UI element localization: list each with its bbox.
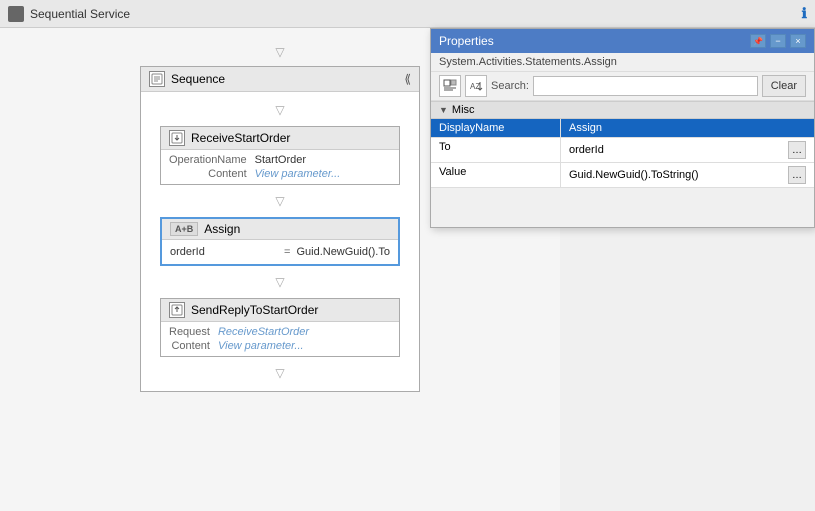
value-text: Guid.NewGuid().ToString() — [569, 169, 699, 181]
sequence-label: Sequence — [171, 72, 225, 86]
properties-minimize-btn[interactable]: − — [770, 34, 786, 48]
display-name-value: Assign — [561, 119, 814, 137]
request-value: ReceiveStartOrder — [218, 326, 391, 338]
properties-title-buttons: 📌 − × — [750, 34, 806, 48]
receive-icon — [169, 130, 185, 146]
properties-table: ▼ Misc DisplayName Assign To orderId … V… — [431, 101, 814, 188]
properties-title: Properties — [439, 34, 494, 48]
arrow-down-4: ▽ — [272, 272, 288, 292]
receive-start-order-block[interactable]: ReceiveStartOrder OperationName StartOrd… — [160, 126, 400, 185]
value-key: Value — [431, 163, 561, 187]
sequence-icon — [149, 71, 165, 87]
search-input[interactable] — [533, 76, 758, 96]
operation-name-value: StartOrder — [255, 154, 391, 166]
content-label-2: Content — [169, 340, 210, 352]
assign-value: Guid.NewGuid().To — [296, 246, 390, 258]
display-name-row[interactable]: DisplayName Assign — [431, 119, 814, 138]
arrow-down-2: ▽ — [272, 100, 288, 120]
assign-badge: A+B — [170, 222, 198, 236]
send-reply-body: Request ReceiveStartOrder Content View p… — [161, 322, 399, 356]
title-bar-title: Sequential Service — [30, 7, 130, 21]
properties-pin-btn[interactable]: 📌 — [750, 34, 766, 48]
properties-subtitle: System.Activities.Statements.Assign — [431, 53, 814, 72]
sort-categorized-btn[interactable] — [439, 75, 461, 97]
sort-alpha-btn[interactable]: AZ — [465, 75, 487, 97]
properties-close-btn[interactable]: × — [790, 34, 806, 48]
content-value-2[interactable]: View parameter... — [218, 340, 391, 352]
assign-equals: = — [284, 246, 290, 258]
misc-toggle-icon: ▼ — [439, 105, 448, 115]
content-value-1[interactable]: View parameter... — [255, 168, 391, 180]
display-name-key: DisplayName — [431, 119, 561, 137]
assign-label-text: Assign — [204, 222, 240, 236]
value-row[interactable]: Value Guid.NewGuid().ToString() … — [431, 163, 814, 188]
sequence-box: Sequence ⟪ ▽ Recei — [140, 66, 420, 392]
assign-block[interactable]: A+B Assign orderId = Guid.NewGuid().To — [160, 217, 400, 266]
to-value: orderId … — [561, 138, 814, 162]
svg-text:AZ: AZ — [470, 82, 480, 91]
send-reply-icon — [169, 302, 185, 318]
sequence-header: Sequence ⟪ — [141, 67, 419, 92]
receive-start-order-header: ReceiveStartOrder — [161, 127, 399, 150]
misc-section-header[interactable]: ▼ Misc — [431, 101, 814, 119]
display-name-text: Assign — [569, 122, 602, 134]
sequence-collapse-btn[interactable]: ⟪ — [404, 72, 411, 86]
title-bar-icon — [8, 6, 24, 22]
search-label: Search: — [491, 80, 529, 92]
value-value: Guid.NewGuid().ToString() … — [561, 163, 814, 187]
send-reply-block[interactable]: SendReplyToStartOrder Request ReceiveSta… — [160, 298, 400, 357]
assign-var: orderId — [170, 246, 278, 258]
arrow-down-1: ▽ — [272, 42, 288, 62]
value-ellipsis-btn[interactable]: … — [788, 166, 806, 184]
request-label: Request — [169, 326, 210, 338]
content-label-1: Content — [169, 168, 247, 180]
send-reply-header: SendReplyToStartOrder — [161, 299, 399, 322]
assign-body: orderId = Guid.NewGuid().To — [162, 240, 398, 264]
operation-name-label: OperationName — [169, 154, 247, 166]
properties-panel: Properties 📌 − × System.Activities.State… — [430, 28, 815, 228]
title-bar: Sequential Service ℹ — [0, 0, 815, 28]
to-key: To — [431, 138, 561, 162]
properties-toolbar: AZ Search: Clear — [431, 72, 814, 101]
sequence-content: ▽ ReceiveStartOrder OperationName — [141, 92, 419, 391]
misc-section-label: Misc — [452, 104, 475, 116]
properties-title-bar: Properties 📌 − × — [431, 29, 814, 53]
arrow-down-3: ▽ — [272, 191, 288, 211]
assign-header: A+B Assign — [162, 219, 398, 240]
to-text: orderId — [569, 144, 604, 156]
receive-start-order-body: OperationName StartOrder Content View pa… — [161, 150, 399, 184]
send-reply-label: SendReplyToStartOrder — [191, 303, 318, 317]
arrow-down-5: ▽ — [272, 363, 288, 383]
clear-button[interactable]: Clear — [762, 75, 806, 97]
sequence-header-left: Sequence — [149, 71, 225, 87]
receive-start-order-label: ReceiveStartOrder — [191, 131, 290, 145]
to-ellipsis-btn[interactable]: … — [788, 141, 806, 159]
info-icon: ℹ — [802, 5, 807, 22]
to-row[interactable]: To orderId … — [431, 138, 814, 163]
